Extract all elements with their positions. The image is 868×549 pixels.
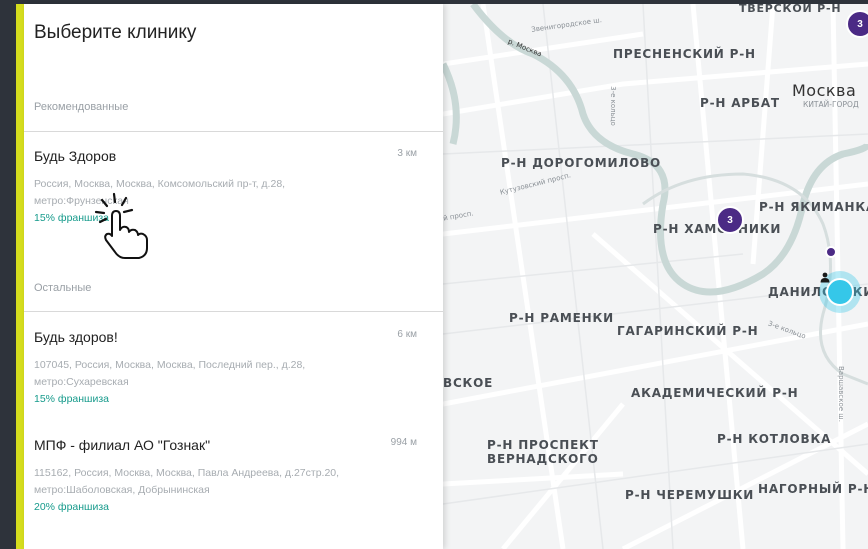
divider: [24, 131, 443, 132]
district-label: АКАДЕМИЧЕСКИЙ Р-Н: [631, 386, 799, 400]
map-cluster-marker[interactable]: 3: [846, 10, 868, 38]
district-label: Р-Н РАМЕНКИ: [509, 311, 614, 325]
district-label: Р-Н КОТЛОВКА: [717, 432, 832, 446]
person-icon: [820, 272, 830, 283]
district-label: Р-Н ПРОСПЕКТ: [487, 438, 599, 452]
district-label: КИТАЙ-ГОРОД: [803, 100, 859, 109]
section-label-recommended: Рекомендованные: [34, 101, 129, 113]
tap-hand-icon: [94, 192, 148, 259]
clinic-franchise: 15% франшиза: [34, 393, 109, 405]
street-label: 3-е кольцо: [608, 86, 617, 126]
clinic-list-panel: Выберите клинику Рекомендованные Будь Зд…: [24, 4, 443, 549]
clinic-name: Будь здоров!: [34, 329, 118, 345]
district-label: ТВЕРСКОЙ Р-Н: [739, 4, 842, 15]
clinic-item[interactable]: Будь здоров! 6 км 107045, Россия, Москва…: [24, 329, 443, 425]
district-label: ВЕРНАДСКОГО: [487, 452, 599, 466]
divider: [24, 311, 443, 312]
district-label: ГАГАРИНСКИЙ Р-Н: [617, 324, 759, 338]
clinic-distance: 994 м: [390, 437, 417, 448]
district-label: Р-Н АРБАТ: [700, 96, 780, 110]
clinic-franchise: 20% франшиза: [34, 501, 109, 513]
district-label: Р-Н ЧЕРЕМУШКИ: [625, 488, 755, 502]
window-left-frame: [0, 0, 16, 549]
accent-bar: [16, 4, 24, 549]
district-label: НАГОРНЫЙ Р-Н: [758, 482, 868, 496]
street-label: Варшавское ш.: [836, 366, 845, 422]
clinic-item[interactable]: МПФ - филиал АО "Гознак" 994 м 115162, Р…: [24, 437, 443, 533]
clinic-address: 115162, Россия, Москва, Москва, Павла Ан…: [34, 467, 340, 496]
user-location-marker: [819, 271, 861, 313]
district-label: ВСКОЕ: [443, 376, 494, 390]
district-label: ПРЕСНЕНСКИЙ Р-Н: [613, 47, 756, 61]
clinic-address: Россия, Москва, Москва, Комсомольский пр…: [34, 178, 286, 207]
page-title: Выберите клинику: [34, 22, 197, 43]
clinic-name: МПФ - филиал АО "Гознак": [34, 437, 211, 453]
district-label: Р-Н ЯКИМАНКА: [759, 200, 868, 214]
clinic-name: Будь Здоров: [34, 148, 117, 164]
map-cluster-marker[interactable]: 3: [716, 206, 744, 234]
clinic-distance: 3 км: [397, 148, 417, 159]
district-label: Р-Н ДОРОГОМИЛОВО: [501, 156, 662, 170]
clinic-map[interactable]: ТВЕРСКОЙ Р-Н ПРЕСНЕНСКИЙ Р-Н Р-Н АРБАТ М…: [443, 4, 868, 549]
city-label: Москва: [792, 81, 857, 100]
section-label-others: Остальные: [34, 282, 92, 294]
clinic-distance: 6 км: [397, 329, 417, 340]
clinic-item[interactable]: Будь Здоров 3 км Россия, Москва, Москва,…: [24, 148, 443, 244]
clinic-address: 107045, Россия, Москва, Москва, Последни…: [34, 359, 306, 388]
map-clinic-marker[interactable]: [825, 246, 837, 258]
